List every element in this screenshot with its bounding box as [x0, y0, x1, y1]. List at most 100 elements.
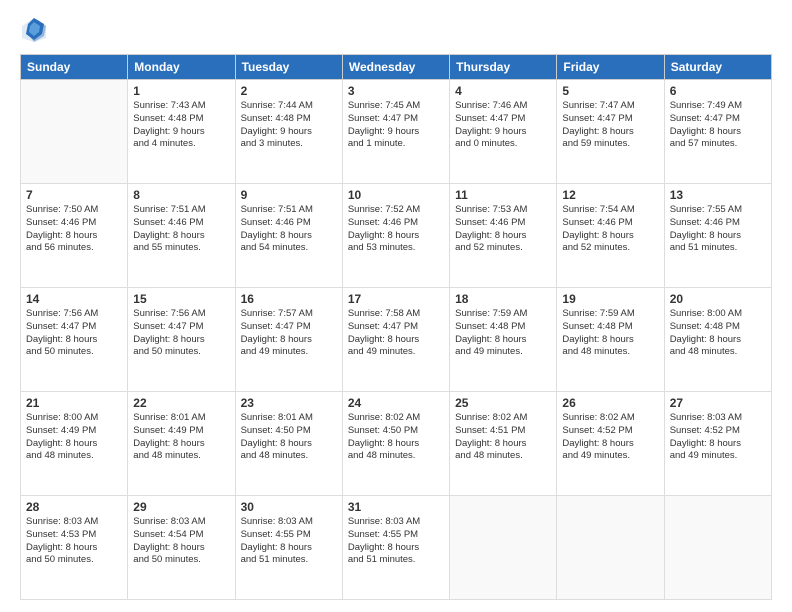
day-info: Sunrise: 7:51 AM Sunset: 4:46 PM Dayligh… [241, 204, 337, 255]
calendar-cell: 31 Sunrise: 8:03 AM Sunset: 4:55 PM Dayli… [342, 496, 449, 600]
calendar-cell: 26 Sunrise: 8:02 AM Sunset: 4:52 PM Dayli… [557, 392, 664, 496]
day-number: 27 [670, 396, 766, 410]
day-info: Sunrise: 8:03 AM Sunset: 4:54 PM Dayligh… [133, 516, 229, 567]
day-info: Sunrise: 8:01 AM Sunset: 4:49 PM Dayligh… [133, 412, 229, 463]
day-number: 23 [241, 396, 337, 410]
day-number: 5 [562, 84, 658, 98]
day-number: 30 [241, 500, 337, 514]
day-info: Sunrise: 8:02 AM Sunset: 4:51 PM Dayligh… [455, 412, 551, 463]
day-number: 18 [455, 292, 551, 306]
calendar-cell: 9 Sunrise: 7:51 AM Sunset: 4:46 PM Daylig… [235, 184, 342, 288]
calendar-cell: 20 Sunrise: 8:00 AM Sunset: 4:48 PM Dayli… [664, 288, 771, 392]
calendar-cell: 10Sunrise: 7:52 AM Sunset: 4:46 PM Dayli… [342, 184, 449, 288]
day-info: Sunrise: 8:03 AM Sunset: 4:55 PM Dayligh… [348, 516, 444, 567]
day-number: 10 [348, 188, 444, 202]
day-number: 26 [562, 396, 658, 410]
day-header-sunday: Sunday [21, 55, 128, 80]
day-info: Sunrise: 7:50 AM Sunset: 4:46 PM Dayligh… [26, 204, 122, 255]
header [20, 16, 772, 44]
day-info: Sunrise: 7:55 AM Sunset: 4:46 PM Dayligh… [670, 204, 766, 255]
day-number: 7 [26, 188, 122, 202]
day-number: 20 [670, 292, 766, 306]
day-info: Sunrise: 8:02 AM Sunset: 4:50 PM Dayligh… [348, 412, 444, 463]
day-info: Sunrise: 7:56 AM Sunset: 4:47 PM Dayligh… [26, 308, 122, 359]
calendar-cell: 22 Sunrise: 8:01 AM Sunset: 4:49 PM Dayli… [128, 392, 235, 496]
calendar-cell: 16 Sunrise: 7:57 AM Sunset: 4:47 PM Dayli… [235, 288, 342, 392]
calendar-cell: 13 Sunrise: 7:55 AM Sunset: 4:46 PM Dayli… [664, 184, 771, 288]
day-number: 15 [133, 292, 229, 306]
day-number: 8 [133, 188, 229, 202]
day-info: Sunrise: 7:51 AM Sunset: 4:46 PM Dayligh… [133, 204, 229, 255]
calendar-cell: 3 Sunrise: 7:45 AM Sunset: 4:47 PM Daylig… [342, 80, 449, 184]
calendar-cell [450, 496, 557, 600]
day-info: Sunrise: 7:47 AM Sunset: 4:47 PM Dayligh… [562, 100, 658, 151]
day-number: 11 [455, 188, 551, 202]
day-info: Sunrise: 7:53 AM Sunset: 4:46 PM Dayligh… [455, 204, 551, 255]
calendar-cell: 1 Sunrise: 7:43 AM Sunset: 4:48 PM Daylig… [128, 80, 235, 184]
calendar-page: SundayMondayTuesdayWednesdayThursdayFrid… [0, 0, 792, 612]
calendar-cell: 23 Sunrise: 8:01 AM Sunset: 4:50 PM Dayli… [235, 392, 342, 496]
day-info: Sunrise: 7:45 AM Sunset: 4:47 PM Dayligh… [348, 100, 444, 151]
day-info: Sunrise: 7:56 AM Sunset: 4:47 PM Dayligh… [133, 308, 229, 359]
day-header-wednesday: Wednesday [342, 55, 449, 80]
day-number: 17 [348, 292, 444, 306]
day-number: 29 [133, 500, 229, 514]
day-number: 19 [562, 292, 658, 306]
day-number: 3 [348, 84, 444, 98]
day-info: Sunrise: 8:00 AM Sunset: 4:48 PM Dayligh… [670, 308, 766, 359]
logo [20, 16, 52, 44]
calendar-cell: 25 Sunrise: 8:02 AM Sunset: 4:51 PM Dayli… [450, 392, 557, 496]
day-number: 24 [348, 396, 444, 410]
day-info: Sunrise: 7:57 AM Sunset: 4:47 PM Dayligh… [241, 308, 337, 359]
day-number: 6 [670, 84, 766, 98]
day-number: 4 [455, 84, 551, 98]
day-number: 22 [133, 396, 229, 410]
day-info: Sunrise: 8:03 AM Sunset: 4:55 PM Dayligh… [241, 516, 337, 567]
day-number: 31 [348, 500, 444, 514]
calendar-cell [21, 80, 128, 184]
day-info: Sunrise: 8:00 AM Sunset: 4:49 PM Dayligh… [26, 412, 122, 463]
day-info: Sunrise: 7:59 AM Sunset: 4:48 PM Dayligh… [562, 308, 658, 359]
day-header-monday: Monday [128, 55, 235, 80]
calendar-cell: 27 Sunrise: 8:03 AM Sunset: 4:52 PM Dayli… [664, 392, 771, 496]
day-info: Sunrise: 7:43 AM Sunset: 4:48 PM Dayligh… [133, 100, 229, 151]
calendar-cell: 15 Sunrise: 7:56 AM Sunset: 4:47 PM Dayli… [128, 288, 235, 392]
day-info: Sunrise: 7:44 AM Sunset: 4:48 PM Dayligh… [241, 100, 337, 151]
calendar-cell: 8 Sunrise: 7:51 AM Sunset: 4:46 PM Daylig… [128, 184, 235, 288]
calendar-cell: 29 Sunrise: 8:03 AM Sunset: 4:54 PM Dayli… [128, 496, 235, 600]
day-number: 21 [26, 396, 122, 410]
calendar-cell: 18 Sunrise: 7:59 AM Sunset: 4:48 PM Dayli… [450, 288, 557, 392]
day-number: 9 [241, 188, 337, 202]
day-number: 12 [562, 188, 658, 202]
day-info: Sunrise: 7:59 AM Sunset: 4:48 PM Dayligh… [455, 308, 551, 359]
calendar-cell: 5 Sunrise: 7:47 AM Sunset: 4:47 PM Daylig… [557, 80, 664, 184]
day-info: Sunrise: 7:54 AM Sunset: 4:46 PM Dayligh… [562, 204, 658, 255]
calendar-cell: 6Sunrise: 7:49 AM Sunset: 4:47 PM Daylig… [664, 80, 771, 184]
day-info: Sunrise: 8:02 AM Sunset: 4:52 PM Dayligh… [562, 412, 658, 463]
calendar-cell [664, 496, 771, 600]
day-info: Sunrise: 8:03 AM Sunset: 4:52 PM Dayligh… [670, 412, 766, 463]
day-number: 25 [455, 396, 551, 410]
calendar-week-row: 7 Sunrise: 7:50 AM Sunset: 4:46 PM Daylig… [21, 184, 772, 288]
calendar-cell: 4Sunrise: 7:46 AM Sunset: 4:47 PM Daylig… [450, 80, 557, 184]
day-info: Sunrise: 8:01 AM Sunset: 4:50 PM Dayligh… [241, 412, 337, 463]
calendar-cell: 21 Sunrise: 8:00 AM Sunset: 4:49 PM Dayli… [21, 392, 128, 496]
calendar-table: SundayMondayTuesdayWednesdayThursdayFrid… [20, 54, 772, 600]
day-info: Sunrise: 7:58 AM Sunset: 4:47 PM Dayligh… [348, 308, 444, 359]
calendar-cell: 19 Sunrise: 7:59 AM Sunset: 4:48 PM Dayli… [557, 288, 664, 392]
calendar-week-row: 28Sunrise: 8:03 AM Sunset: 4:53 PM Dayli… [21, 496, 772, 600]
calendar-cell: 12 Sunrise: 7:54 AM Sunset: 4:46 PM Dayli… [557, 184, 664, 288]
day-header-friday: Friday [557, 55, 664, 80]
day-header-thursday: Thursday [450, 55, 557, 80]
day-number: 13 [670, 188, 766, 202]
day-number: 1 [133, 84, 229, 98]
day-header-tuesday: Tuesday [235, 55, 342, 80]
day-number: 16 [241, 292, 337, 306]
calendar-cell: 30 Sunrise: 8:03 AM Sunset: 4:55 PM Dayli… [235, 496, 342, 600]
calendar-cell: 17 Sunrise: 7:58 AM Sunset: 4:47 PM Dayli… [342, 288, 449, 392]
day-number: 14 [26, 292, 122, 306]
calendar-cell: 7 Sunrise: 7:50 AM Sunset: 4:46 PM Daylig… [21, 184, 128, 288]
calendar-week-row: 21 Sunrise: 8:00 AM Sunset: 4:49 PM Dayli… [21, 392, 772, 496]
calendar-week-row: 14 Sunrise: 7:56 AM Sunset: 4:47 PM Dayli… [21, 288, 772, 392]
calendar-cell: 28Sunrise: 8:03 AM Sunset: 4:53 PM Dayli… [21, 496, 128, 600]
